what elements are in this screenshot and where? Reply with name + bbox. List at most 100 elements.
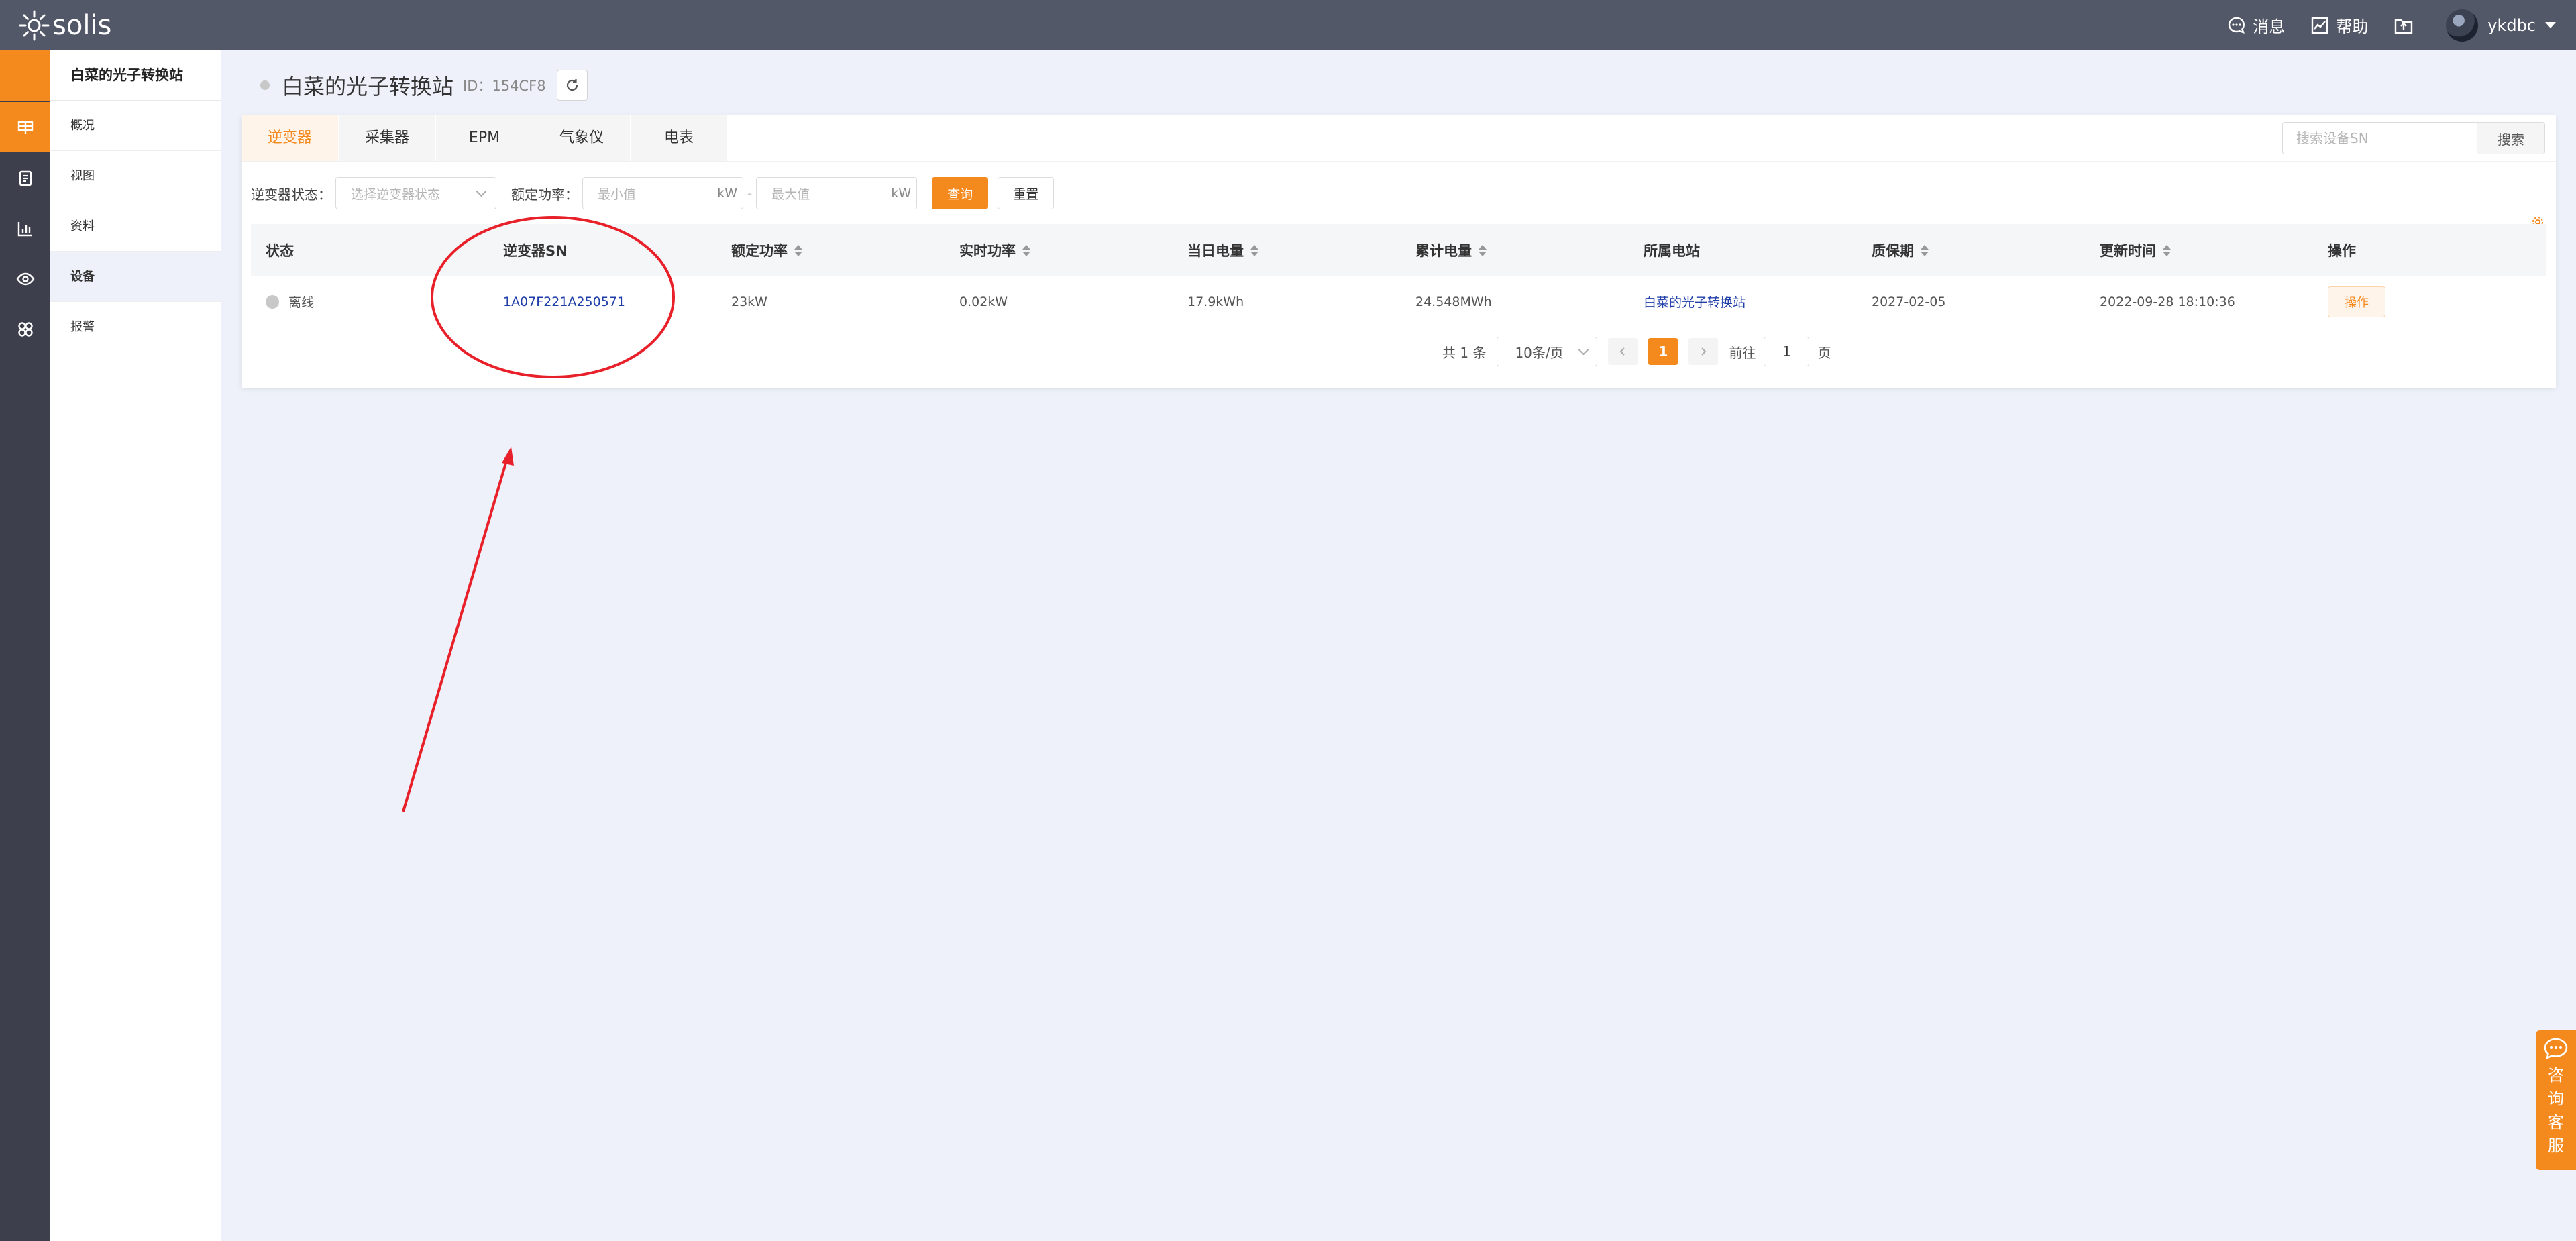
inverter-sn-link[interactable]: 1A07F221A250571 <box>503 294 625 309</box>
tab-divider <box>241 161 2556 162</box>
sidebar-item-alarms[interactable]: 报警 <box>50 302 221 352</box>
row-daily-energy: 17.9kWh <box>1187 294 1244 309</box>
col-updated-label: 更新时间 <box>2100 243 2156 259</box>
rail-station-button[interactable] <box>0 102 50 152</box>
col-warranty-label: 质保期 <box>1872 243 1914 259</box>
col-action: 操作 <box>2313 240 2546 260</box>
page-size-select[interactable]: 10条/页 <box>1497 337 1598 366</box>
goto-page-input[interactable]: 1 <box>1764 337 1810 366</box>
sort-icon <box>1479 244 1487 256</box>
prev-page-button[interactable] <box>1608 338 1638 365</box>
sidebar-item-overview[interactable]: 概况 <box>50 101 221 151</box>
bar-chart-icon <box>17 221 32 236</box>
chevron-down-icon <box>1578 344 1589 355</box>
rail-report-button[interactable] <box>0 153 50 203</box>
upload-button[interactable] <box>2394 16 2420 35</box>
col-daily-energy[interactable]: 当日电量 <box>1173 240 1401 260</box>
filter-bar: 逆变器状态： 选择逆变器状态 额定功率： 最小值 kW - 最大值 kW 查询 … <box>251 177 1055 209</box>
help-link[interactable]: 帮助 <box>2310 13 2368 37</box>
sort-icon <box>794 244 802 256</box>
max-power-unit: kW <box>891 186 912 201</box>
tab-epm[interactable]: EPM <box>436 115 533 161</box>
annotation-arrow <box>402 455 509 812</box>
status-select[interactable]: 选择逆变器状态 <box>335 177 496 209</box>
chevron-right-icon <box>1701 347 1707 356</box>
username: ykdbc <box>2487 15 2536 35</box>
tab-meter[interactable]: 电表 <box>631 115 728 161</box>
row-total-energy: 24.548MWh <box>1415 294 1492 309</box>
goto-label: 前往 <box>1729 344 1756 361</box>
min-power-input[interactable]: 最小值 kW <box>582 177 743 209</box>
table-header: 状态 逆变器SN 额定功率 实时功率 当日电量 累计电量 所属电站 质保期 更新… <box>251 224 2546 276</box>
sort-icon <box>1250 244 1258 256</box>
rail-analytics-button[interactable] <box>0 203 50 254</box>
chevron-down-icon <box>476 186 487 197</box>
col-sn-label: 逆变器SN <box>503 243 568 259</box>
station-link[interactable]: 白菜的光子转换站 <box>1644 292 1746 311</box>
next-page-button[interactable] <box>1688 338 1719 365</box>
col-status: 状态 <box>251 240 488 260</box>
tab-weather-station[interactable]: 气象仪 <box>533 115 631 161</box>
operation-button[interactable]: 操作 <box>2328 286 2385 317</box>
solis-logo[interactable]: solis <box>19 9 111 42</box>
col-updated[interactable]: 更新时间 <box>2085 240 2313 260</box>
page-suffix: 页 <box>1817 344 1831 361</box>
range-separator: - <box>747 185 753 201</box>
station-id: ID：154CF8 <box>463 78 546 94</box>
status-filter-label: 逆变器状态： <box>251 186 331 203</box>
sidebar-item-devices[interactable]: 设备 <box>50 252 221 302</box>
col-realtime-power-label: 实时功率 <box>959 243 1016 259</box>
max-power-input[interactable]: 最大值 kW <box>756 177 918 209</box>
col-total-energy[interactable]: 累计电量 <box>1401 240 1629 260</box>
total-count: 共 1 条 <box>1442 344 1487 361</box>
col-sn: 逆变器SN <box>488 240 716 260</box>
col-daily-energy-label: 当日电量 <box>1187 243 1244 259</box>
tab-inverter[interactable]: 逆变器 <box>241 115 339 161</box>
refresh-button[interactable] <box>556 70 588 101</box>
table-row[interactable]: 离线 1A07F221A250571 23kW 0.02kW 17.9kWh 2… <box>251 276 2546 327</box>
consult-service-widget[interactable]: 咨询客服 <box>2536 1030 2576 1170</box>
col-rated-power[interactable]: 额定功率 <box>716 240 945 260</box>
col-rated-power-label: 额定功率 <box>731 243 788 259</box>
top-right-menu: 消息 帮助 ykdbc <box>2202 0 2556 50</box>
rail-apps-button[interactable] <box>0 304 50 354</box>
messages-link[interactable]: 消息 <box>2227 13 2285 37</box>
avatar <box>2446 9 2479 42</box>
sidebar: 白菜的光子转换站 概况 视图 资料 设备 报警 <box>50 50 221 1241</box>
caret-down-icon <box>2545 22 2556 28</box>
min-power-placeholder: 最小值 <box>598 186 637 202</box>
sidebar-item-view[interactable]: 视图 <box>50 151 221 201</box>
row-station: 白菜的光子转换站 <box>1629 292 1857 311</box>
reset-button[interactable]: 重置 <box>998 177 1055 209</box>
status-select-placeholder: 选择逆变器状态 <box>351 186 441 202</box>
page-size-value: 10条/页 <box>1515 344 1564 361</box>
rail-station-button[interactable] <box>0 50 50 101</box>
device-tabs: 逆变器 采集器 EPM 气象仪 电表 <box>241 115 728 161</box>
row-updated: 2022-09-28 18:10:36 <box>2100 294 2235 309</box>
rail-monitor-button[interactable] <box>0 254 50 304</box>
sidebar-item-info[interactable]: 资料 <box>50 201 221 252</box>
search-button[interactable]: 搜索 <box>2477 122 2545 154</box>
consult-label: 咨询客服 <box>2548 1066 2564 1155</box>
row-action: 操作 <box>2313 286 2546 317</box>
tab-collector[interactable]: 采集器 <box>339 115 436 161</box>
chevron-left-icon <box>1620 347 1625 356</box>
chat-icon <box>2229 17 2245 34</box>
col-action-label: 操作 <box>2328 243 2356 259</box>
refresh-icon <box>566 79 578 91</box>
col-station-label: 所属电站 <box>1644 243 1700 259</box>
query-button[interactable]: 查询 <box>932 177 989 209</box>
power-filter-label: 额定功率： <box>511 186 578 203</box>
top-bar: solis 消息 帮助 ykdbc <box>0 0 2576 50</box>
row-status-text: 离线 <box>288 295 315 310</box>
col-status-label: 状态 <box>266 243 294 259</box>
row-status: 离线 <box>251 292 488 311</box>
row-realtime-power: 0.02kW <box>959 294 1008 309</box>
current-page[interactable]: 1 <box>1648 338 1678 365</box>
sn-search-input[interactable] <box>2282 122 2477 154</box>
user-menu[interactable]: ykdbc <box>2446 9 2556 42</box>
sun-logo-icon <box>19 10 50 41</box>
col-warranty[interactable]: 质保期 <box>1857 240 2085 260</box>
col-realtime-power[interactable]: 实时功率 <box>945 240 1173 260</box>
brand-name: solis <box>52 10 112 41</box>
